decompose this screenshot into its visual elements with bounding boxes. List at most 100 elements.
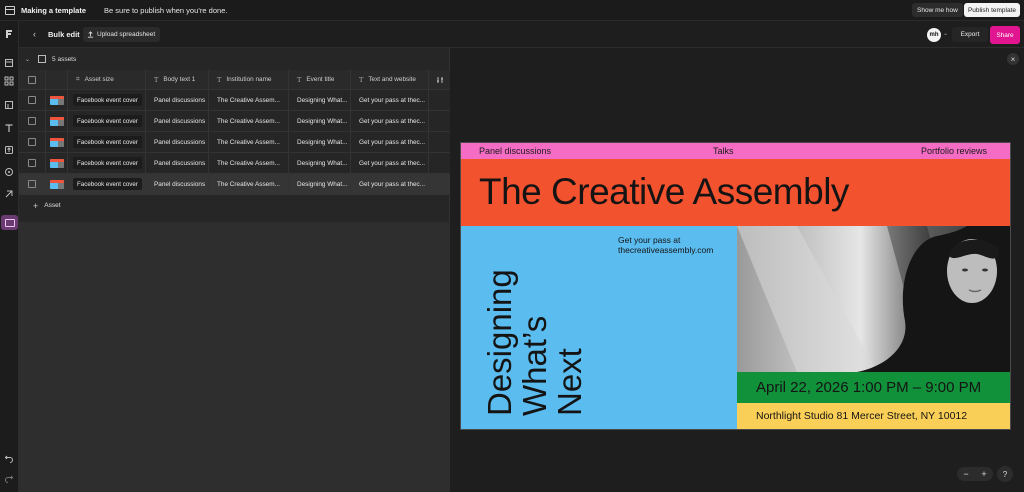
redo-icon[interactable] <box>4 473 14 483</box>
asset-thumbnail <box>49 158 64 168</box>
row-checkbox[interactable] <box>28 117 36 125</box>
canva-logo-icon[interactable] <box>4 29 14 39</box>
uploads-icon[interactable] <box>4 145 14 155</box>
asset-thumbnail <box>49 179 64 189</box>
text-type-icon: T <box>154 75 159 84</box>
tag-panel-discussions: Panel discussions <box>479 146 552 156</box>
assets-header: ⌄ 5 assets <box>19 48 450 70</box>
assets-table: ⌗ Asset size T Body text 1 T Institution na… <box>19 70 450 216</box>
chevron-left-icon[interactable]: ‹ <box>33 29 36 39</box>
zoom-in-button[interactable]: + <box>981 469 986 479</box>
asset-thumbnail <box>49 137 64 147</box>
body-text-cell[interactable]: Panel discussions <box>146 181 205 188</box>
asset-size-pill[interactable]: Facebook event cover <box>73 115 142 127</box>
body-text-cell[interactable]: Panel discussions <box>146 118 205 125</box>
website-cell[interactable]: Get your pass at thec... <box>351 118 425 125</box>
asset-size-pill[interactable]: Facebook event cover <box>73 94 142 106</box>
table-header-row: ⌗ Asset size T Body text 1 T Institution na… <box>19 70 450 90</box>
upload-icon <box>87 31 94 38</box>
table-row[interactable]: Facebook event cover Panel discussions T… <box>19 111 450 132</box>
institution-cell[interactable]: The Creative Assem... <box>209 97 280 104</box>
add-asset-button[interactable]: + Asset <box>19 195 450 216</box>
website-cell[interactable]: Get your pass at thec... <box>351 160 425 167</box>
zoom-controls: − + <box>957 467 993 481</box>
website-cell[interactable]: Get your pass at thec... <box>351 139 425 146</box>
thumbnail-column-header <box>46 70 68 89</box>
table-row[interactable]: Facebook event cover Panel discussions T… <box>19 90 450 111</box>
pass-info: Get your pass at thecreativeassembly.com <box>618 235 713 255</box>
website-line: thecreativeassembly.com <box>618 245 714 255</box>
event-band: Get your pass at thecreativeassembly.com… <box>461 226 737 429</box>
close-icon[interactable]: × <box>1007 53 1019 65</box>
share-button[interactable]: Share <box>990 26 1020 44</box>
event-title-cell[interactable]: Designing What... <box>289 97 347 104</box>
institution-cell[interactable]: The Creative Assem... <box>209 160 280 167</box>
website-cell[interactable]: Get your pass at thec... <box>351 181 425 188</box>
table-row[interactable]: Facebook event cover Panel discussions T… <box>19 132 450 153</box>
asset-thumbnail <box>49 116 64 126</box>
zoom-out-button[interactable]: − <box>963 469 968 479</box>
institution-cell[interactable]: The Creative Assem... <box>209 139 280 146</box>
asset-size-pill[interactable]: Facebook event cover <box>73 136 142 148</box>
column-header-event-title[interactable]: T Event title <box>289 70 351 89</box>
institution-cell[interactable]: The Creative Assem... <box>209 118 280 125</box>
body-text-cell[interactable]: Panel discussions <box>146 160 205 167</box>
institution-cell[interactable]: The Creative Assem... <box>209 181 280 188</box>
template-icon <box>5 5 15 15</box>
asset-size-pill[interactable]: Facebook event cover <box>73 157 142 169</box>
resize-icon <box>38 55 47 63</box>
export-button[interactable]: Export <box>952 27 988 42</box>
top-bar: Making a template Be sure to publish whe… <box>0 0 1024 21</box>
design-icon[interactable] <box>4 58 14 68</box>
templates-icon[interactable] <box>4 100 14 110</box>
select-all-checkbox[interactable] <box>28 75 36 84</box>
date-band: April 22, 2026 1:00 PM – 9:00 PM <box>737 372 1010 403</box>
body-text-cell[interactable]: Panel discussions <box>146 139 205 146</box>
elements-icon[interactable] <box>4 76 14 86</box>
collapse-chevron-icon[interactable]: ⌄ <box>25 56 30 63</box>
row-checkbox[interactable] <box>28 96 36 104</box>
bulk-edit-toolbar: ‹ Bulk edit Upload spreadsheet mh ⌄ Expo… <box>19 21 1024 48</box>
column-settings-icon[interactable] <box>429 70 450 89</box>
bulk-edit-title: Bulk edit <box>48 30 80 39</box>
column-header-asset-size[interactable]: ⌗ Asset size <box>68 70 146 89</box>
help-button[interactable]: ? <box>997 466 1013 482</box>
text-type-icon: T <box>217 75 222 84</box>
column-header-body-text[interactable]: T Body text 1 <box>146 70 209 89</box>
design-canvas[interactable]: Panel discussions Talks Portfolio review… <box>460 142 1011 430</box>
event-title-cell[interactable]: Designing What... <box>289 139 347 146</box>
table-row[interactable]: Facebook event cover Panel discussions T… <box>19 153 450 174</box>
event-date-time: April 22, 2026 1:00 PM – 9:00 PM <box>756 379 982 396</box>
avatar[interactable]: mh <box>927 28 941 42</box>
event-title-cell[interactable]: Designing What... <box>289 118 347 125</box>
event-title-cell[interactable]: Designing What... <box>289 160 347 167</box>
row-checkbox[interactable] <box>28 138 36 146</box>
event-title-vertical: Designing What’s Next <box>481 269 588 416</box>
event-title-cell[interactable]: Designing What... <box>289 181 347 188</box>
undo-icon[interactable] <box>4 453 14 463</box>
text-icon[interactable] <box>4 123 14 133</box>
body-text-cell[interactable]: Panel discussions <box>146 97 205 104</box>
add-asset-label: Asset <box>44 202 61 209</box>
bulk-create-icon[interactable] <box>1 215 18 230</box>
upload-spreadsheet-button[interactable]: Upload spreadsheet <box>83 27 161 42</box>
website-cell[interactable]: Get your pass at thec... <box>351 97 425 104</box>
event-location: Northlight Studio 81 Mercer Street, NY 1… <box>756 410 968 422</box>
tag-portfolio-reviews: Portfolio reviews <box>921 146 988 156</box>
show-me-how-button[interactable]: Show me how <box>912 3 963 17</box>
asset-size-pill[interactable]: Facebook event cover <box>73 178 142 190</box>
pass-line: Get your pass at <box>618 235 681 245</box>
publish-template-button[interactable]: Publish template <box>964 3 1020 17</box>
draw-icon[interactable] <box>4 167 14 177</box>
event-title-line: Designing <box>481 269 518 416</box>
portrait-photo <box>737 226 1010 372</box>
apps-icon[interactable] <box>4 189 14 199</box>
text-type-icon: T <box>297 75 302 84</box>
chevron-down-icon[interactable]: ⌄ <box>943 30 948 37</box>
table-row[interactable]: Facebook event cover Panel discussions T… <box>19 174 450 195</box>
column-header-institution[interactable]: T Institution name <box>209 70 289 89</box>
row-checkbox[interactable] <box>28 180 36 188</box>
design-preview-panel: × Panel discussions Talks Portfolio revi… <box>450 48 1024 492</box>
column-header-text-website[interactable]: T Text and website <box>351 70 429 89</box>
row-checkbox[interactable] <box>28 159 36 167</box>
